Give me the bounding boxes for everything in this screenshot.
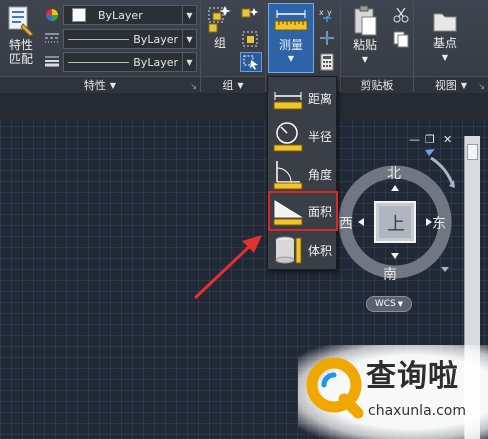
group-icon: [208, 6, 231, 33]
lineweight-preview: [68, 61, 130, 63]
angle-icon: [272, 158, 304, 190]
linetype-combo[interactable]: ByLayer ▼: [63, 29, 197, 49]
cut-icon[interactable]: [392, 6, 410, 24]
wcs-label: WCS: [374, 299, 396, 309]
area-icon: [272, 195, 304, 227]
watermark-title: 查询啦: [366, 359, 459, 394]
file-tab-strip: [0, 93, 488, 119]
radius-icon: [272, 120, 304, 152]
ribbon: 特性 匹配 ByLayer ▼ ByLayer ▼ ByLayer ▼ 特性 ▼…: [0, 0, 488, 93]
compass-south[interactable]: 南: [383, 264, 397, 284]
properties-panel-title[interactable]: 特性 ▼ ↘: [0, 76, 200, 93]
group-selection-toggle-icon[interactable]: [240, 52, 262, 72]
properties-panel-title-text: 特性: [83, 79, 106, 92]
base-point-button[interactable]: 基点 ▼: [420, 4, 470, 70]
compass-west[interactable]: 西: [339, 213, 353, 233]
measure-button[interactable]: 测量 ▼: [268, 3, 314, 73]
menu-item-radius[interactable]: 半径: [268, 117, 338, 155]
ungroup-icon[interactable]: [240, 6, 262, 26]
chevron-down-icon: ▼: [182, 53, 196, 71]
compass-east[interactable]: 东: [432, 213, 446, 233]
compass-north[interactable]: 北: [387, 163, 401, 183]
menu-item-volume[interactable]: 体积: [268, 231, 338, 269]
clipboard-panel-title[interactable]: 剪贴板: [341, 76, 413, 93]
linetype-value: ByLayer: [133, 32, 178, 46]
dialog-launcher-icon[interactable]: ↘: [478, 82, 485, 91]
color-combo[interactable]: ByLayer ▼: [63, 5, 197, 25]
watermark: 查询啦 chaxunla.com: [298, 345, 488, 439]
linetype-preview: [68, 38, 130, 40]
distance-icon: [272, 82, 304, 114]
wcs-button[interactable]: WCS ▼: [366, 296, 412, 312]
chaxunla-logo-icon: [306, 357, 364, 419]
paste-icon: [354, 5, 377, 36]
lineweight-icon[interactable]: [44, 54, 60, 68]
menu-item-label: 面积: [308, 204, 333, 219]
group-label: 组: [213, 36, 226, 50]
chevron-down-icon: ▼: [361, 55, 369, 64]
chevron-down-icon: ▼: [237, 80, 244, 90]
menu-item-distance[interactable]: 距离: [268, 79, 338, 117]
paste-button[interactable]: 粘贴 ▼: [344, 4, 386, 70]
point-icon[interactable]: [318, 29, 336, 47]
group-panel-title[interactable]: 组 ▼: [201, 76, 265, 93]
color-swatch: [72, 8, 86, 22]
chevron-down-icon: ▼: [441, 53, 449, 62]
dialog-launcher-icon[interactable]: ↘: [190, 82, 197, 91]
volume-icon: [272, 234, 304, 266]
svg-text:x: x: [319, 8, 324, 17]
chevron-down-icon: ▼: [182, 6, 196, 24]
chevron-down-icon: ▼: [460, 80, 468, 90]
measure-icon: [274, 10, 308, 31]
chevron-down-icon: ▼: [109, 80, 117, 90]
color-value: ByLayer: [98, 8, 143, 22]
view-panel-title-text: 视图: [434, 79, 457, 92]
group-edit-icon[interactable]: [240, 29, 262, 49]
scrollbar-thumb[interactable]: [467, 144, 478, 160]
viewcube-ring: [338, 149, 455, 279]
copy-icon[interactable]: [392, 30, 410, 48]
paste-label: 粘贴: [352, 38, 377, 52]
linetype-icon[interactable]: [44, 31, 60, 45]
group-button[interactable]: 组: [203, 4, 237, 64]
menu-item-label: 半径: [308, 129, 333, 144]
menu-item-area[interactable]: 面积: [268, 191, 338, 231]
view-panel-title[interactable]: 视图 ▼ ↘: [414, 76, 488, 93]
group-panel-title-text: 组: [222, 79, 234, 92]
id-point-icon[interactable]: x y: [318, 6, 336, 24]
match-properties-button[interactable]: 特性 匹配: [3, 4, 39, 74]
chevron-down-icon: ▼: [287, 54, 295, 63]
base-point-icon: [433, 13, 457, 32]
color-wheel-icon[interactable]: [44, 7, 60, 23]
chevron-down-icon: ▼: [397, 300, 404, 308]
viewcube-face-top[interactable]: 上: [387, 210, 405, 236]
match-properties-icon: [8, 6, 34, 37]
measure-dropdown-menu: 距离 半径 角度 面积 体积: [267, 76, 338, 270]
base-point-label: 基点: [432, 36, 457, 50]
menu-item-angle[interactable]: 角度: [268, 155, 338, 193]
measure-label: 测量: [278, 38, 303, 52]
chevron-down-icon: ▼: [182, 30, 196, 48]
clipboard-panel-title-text: 剪贴板: [360, 79, 394, 92]
calculator-icon[interactable]: [318, 53, 336, 71]
menu-item-label: 角度: [308, 167, 333, 182]
viewcube[interactable]: 北 南 东 西 上: [335, 130, 475, 320]
svg-text:y: y: [327, 8, 332, 17]
ribbon-separator: [265, 2, 266, 92]
menu-item-label: 距离: [308, 91, 333, 106]
menu-item-label: 体积: [308, 243, 333, 258]
match-properties-label: 特性 匹配: [8, 38, 33, 66]
watermark-url: chaxunla.com: [368, 403, 466, 419]
lineweight-value: ByLayer: [133, 55, 178, 69]
lineweight-combo[interactable]: ByLayer ▼: [63, 52, 197, 72]
